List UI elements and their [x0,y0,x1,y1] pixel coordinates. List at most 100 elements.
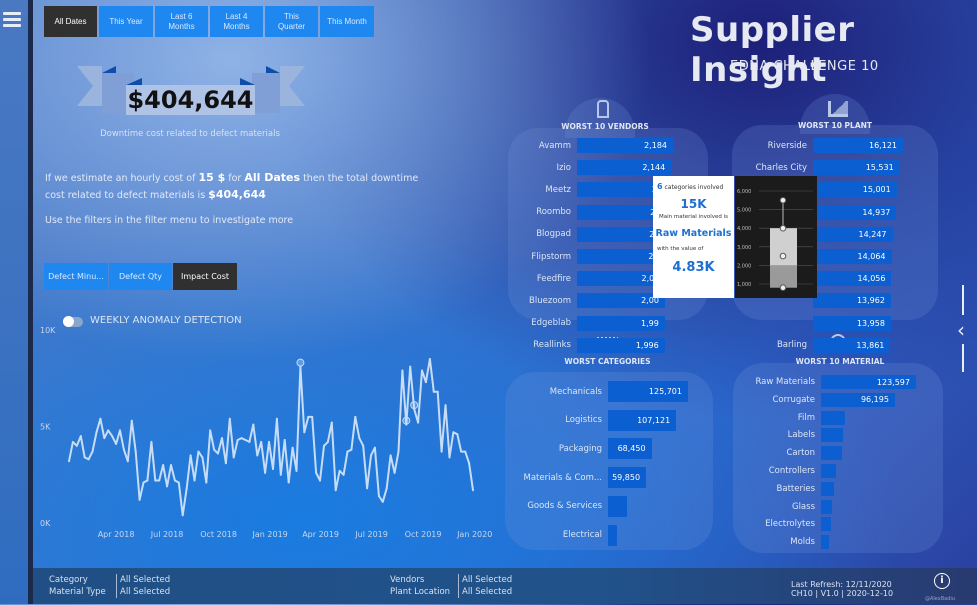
data-point[interactable] [111,435,114,438]
data-point[interactable] [315,471,318,474]
data-point[interactable] [185,487,188,490]
bar-row[interactable]: Film [798,410,845,425]
bar[interactable]: 1,996 [577,337,665,353]
bar[interactable] [821,499,832,514]
data-point[interactable] [146,479,149,482]
bar-row[interactable]: Materials & Com... 59,850 [523,467,647,489]
data-point[interactable] [115,442,118,445]
bar[interactable] [821,517,831,532]
bar-row[interactable]: Bluezoom 2,00 [529,293,665,309]
bar-row[interactable]: 13,962 [813,293,891,309]
bar-row[interactable]: Avamm 2,184 [539,138,673,153]
bar-row[interactable]: Edgeblab 1,99 [531,315,665,331]
data-point[interactable] [213,448,216,451]
bar[interactable]: 15,531 [813,160,900,176]
bar[interactable] [608,495,628,517]
bar[interactable] [821,535,829,550]
data-point[interactable] [330,421,333,424]
info-icon[interactable]: i [934,573,950,589]
data-point[interactable] [291,446,294,449]
data-point[interactable] [303,431,306,434]
data-point[interactable] [397,450,400,453]
data-point[interactable] [350,448,353,451]
data-point[interactable] [130,419,133,422]
chevron-left-icon[interactable]: ‹ [957,320,965,340]
data-point[interactable] [319,479,322,482]
data-point[interactable] [275,417,278,420]
anomaly-marker[interactable] [410,401,419,410]
bar-row[interactable]: 14,056 [813,271,892,287]
data-point[interactable] [79,435,82,438]
data-point[interactable] [385,487,388,490]
filter-value-category[interactable]: All Selected [120,574,170,586]
data-point[interactable] [83,456,86,459]
bar-row[interactable]: Carton [786,446,842,461]
bar-row[interactable]: Glass [792,499,832,514]
bar-row[interactable]: 15,001 [813,182,897,198]
bar[interactable] [608,524,617,546]
data-point[interactable] [75,444,78,447]
data-point[interactable] [436,390,439,393]
data-point[interactable] [370,454,373,457]
data-point[interactable] [220,437,223,440]
data-point[interactable] [464,450,467,453]
bar-row[interactable]: Packaging 68,450 [559,438,652,460]
filter-value-plant-location[interactable]: All Selected [462,586,512,598]
data-point[interactable] [373,446,376,449]
data-point[interactable] [162,464,165,467]
data-point[interactable] [271,467,274,470]
data-point[interactable] [264,471,267,474]
data-point[interactable] [346,450,349,453]
bar-row[interactable]: Charles City 15,531 [756,160,900,176]
data-point[interactable] [236,439,239,442]
data-point[interactable] [209,429,212,432]
data-point[interactable] [197,450,200,453]
data-point[interactable] [122,448,125,451]
data-point[interactable] [381,500,384,503]
data-point[interactable] [283,439,286,442]
bar[interactable] [821,446,842,461]
bar-row[interactable]: Izio 2,144 [556,160,672,176]
bar-row[interactable]: Labels [788,428,843,443]
data-point[interactable] [342,473,345,476]
data-point[interactable] [393,471,396,474]
data-point[interactable] [177,481,180,484]
bar-row[interactable]: Logistics 107,121 [565,409,677,431]
data-point[interactable] [228,417,231,420]
data-point[interactable] [224,462,227,465]
bar[interactable]: 13,958 [813,315,891,331]
data-point[interactable] [154,479,157,482]
bar[interactable]: 14,064 [813,249,892,264]
bar[interactable]: 16,121 [813,138,903,153]
data-point[interactable] [91,450,94,453]
data-point[interactable] [201,456,204,459]
data-point[interactable] [354,415,357,418]
data-point[interactable] [166,485,169,488]
bar[interactable]: 14,056 [813,271,892,287]
bar[interactable]: 14,247 [813,226,893,242]
data-point[interactable] [448,456,451,459]
data-point[interactable] [424,381,427,384]
data-point[interactable] [334,489,337,492]
data-point[interactable] [252,423,255,426]
bar[interactable] [821,410,845,425]
data-point[interactable] [322,444,325,447]
data-point[interactable] [205,481,208,484]
data-point[interactable] [193,479,196,482]
data-point[interactable] [417,421,420,424]
bar[interactable]: 13,962 [813,293,891,309]
data-point[interactable] [326,440,329,443]
data-point[interactable] [260,440,263,443]
data-point[interactable] [409,365,412,368]
bar-row[interactable]: Mechanicals 125,701 [550,381,688,402]
data-point[interactable] [268,440,271,443]
bar-row[interactable]: Corrugate 96,195 [772,392,895,407]
data-point[interactable] [307,415,310,418]
bar-row[interactable]: Raw Materials 123,597 [755,375,916,389]
data-point[interactable] [189,454,192,457]
data-point[interactable] [244,439,247,442]
data-point[interactable] [99,417,102,420]
anomaly-marker[interactable] [296,358,305,367]
data-point[interactable] [134,450,137,453]
data-point[interactable] [240,437,243,440]
